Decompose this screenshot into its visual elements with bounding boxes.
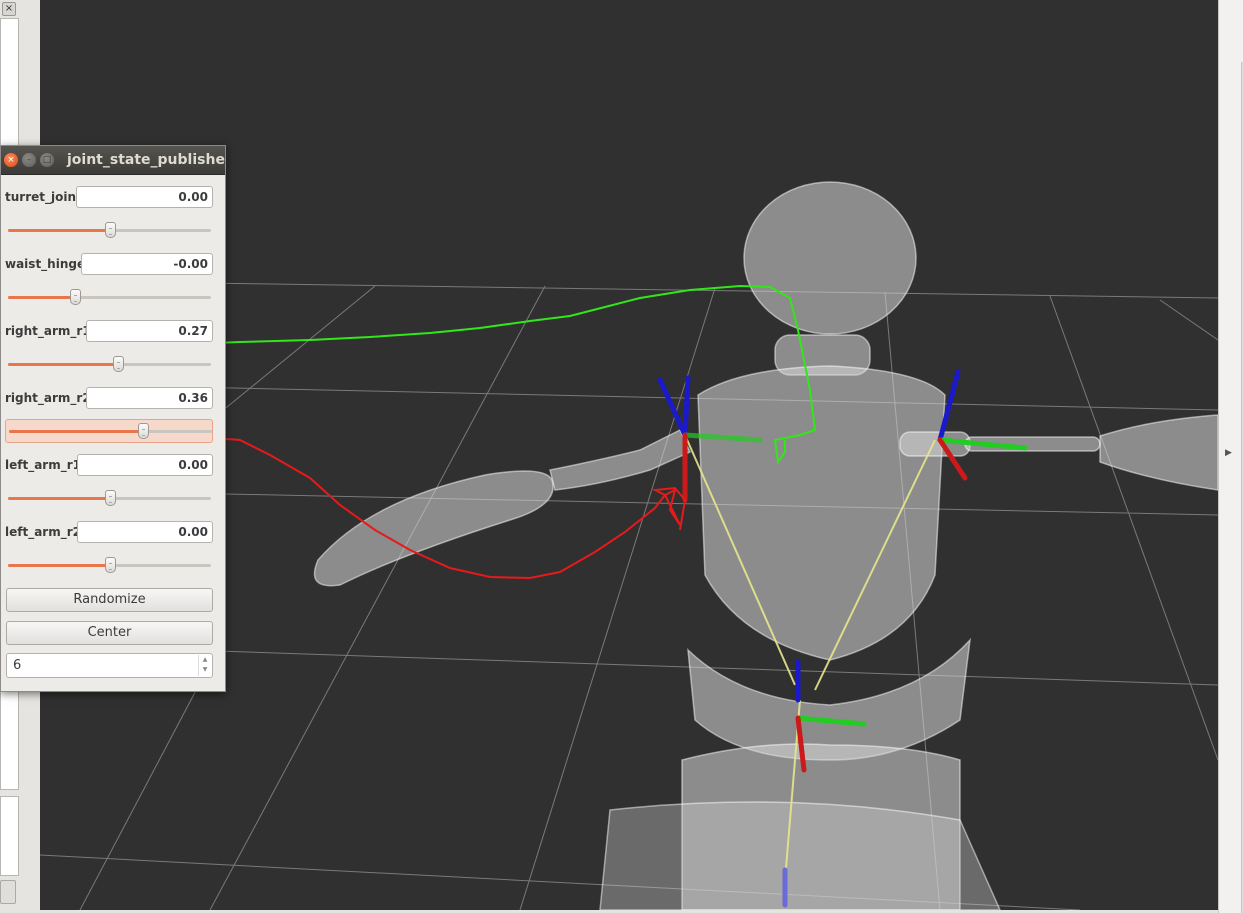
joint-state-publisher-window: × – □ joint_state_publisher turret_joint… <box>0 145 226 692</box>
dock-list-middle <box>0 690 19 790</box>
joint-value-right-arm-r1[interactable]: 0.27 <box>86 320 213 342</box>
joint-label-left-arm-r2: left_arm_r2 <box>5 525 81 539</box>
joint-value-right-arm-r2[interactable]: 0.36 <box>86 387 213 409</box>
slider-fill-turret-joint <box>8 229 110 232</box>
joint-value-left-arm-r1[interactable]: 0.00 <box>77 454 213 476</box>
slider-handle-right-arm-r2[interactable] <box>137 423 149 439</box>
slider-fill-waist-hinge <box>8 296 75 299</box>
close-window-icon[interactable]: × <box>4 153 18 167</box>
dock-list-bottom <box>0 796 19 876</box>
joint-label-left-arm-r1: left_arm_r1 <box>5 458 81 472</box>
slider-fill-right-arm-r2 <box>9 430 143 433</box>
randomize-button[interactable]: Randomize <box>6 588 213 612</box>
spinbox-value: 6 <box>13 658 22 673</box>
slider-waist-hinge[interactable] <box>5 286 213 310</box>
slider-handle-turret-joint[interactable] <box>104 222 116 238</box>
window-title: joint_state_publisher <box>67 152 226 168</box>
joint-label-right-arm-r2: right_arm_r2 <box>5 391 91 405</box>
spinbox-arrows-icon[interactable]: ▲ ▼ <box>198 655 211 676</box>
slider-handle-left-arm-r2[interactable] <box>104 557 116 573</box>
joint-value-turret-joint[interactable]: 0.00 <box>76 186 213 208</box>
slider-turret-joint[interactable] <box>5 219 213 243</box>
dock-button[interactable] <box>0 880 16 904</box>
slider-fill-left-arm-r1 <box>8 497 110 500</box>
joint-label-right-arm-r1: right_arm_r1 <box>5 324 91 338</box>
slider-handle-left-arm-r1[interactable] <box>104 490 116 506</box>
slider-fill-left-arm-r2 <box>8 564 110 567</box>
slider-right-arm-r1[interactable] <box>5 353 213 377</box>
count-spinbox[interactable]: 6 ▲ ▼ <box>6 653 213 678</box>
expand-arrow-icon[interactable]: ▶ <box>1225 448 1232 458</box>
slider-fill-right-arm-r1 <box>8 363 118 366</box>
center-button[interactable]: Center <box>6 621 213 645</box>
slider-left-arm-r1[interactable] <box>5 487 213 511</box>
slider-left-arm-r2[interactable] <box>5 554 213 578</box>
joint-value-waist-hinge[interactable]: -0.00 <box>81 253 213 275</box>
slider-handle-right-arm-r1[interactable] <box>112 356 124 372</box>
maximize-window-icon[interactable]: □ <box>40 153 54 167</box>
slider-right-arm-r2[interactable] <box>5 419 213 443</box>
window-titlebar[interactable]: × – □ joint_state_publisher <box>1 146 225 175</box>
joint-value-left-arm-r2[interactable]: 0.00 <box>77 521 213 543</box>
dock-list-top <box>0 18 19 150</box>
slider-handle-waist-hinge[interactable] <box>69 289 81 305</box>
minimize-window-icon[interactable]: – <box>22 153 36 167</box>
close-panel-icon[interactable]: × <box>2 2 16 16</box>
right-side-panel: ▶ <box>1218 0 1243 913</box>
joint-label-turret-joint: turret_joint <box>5 190 82 204</box>
joint-label-waist-hinge: waist_hinge <box>5 257 86 271</box>
